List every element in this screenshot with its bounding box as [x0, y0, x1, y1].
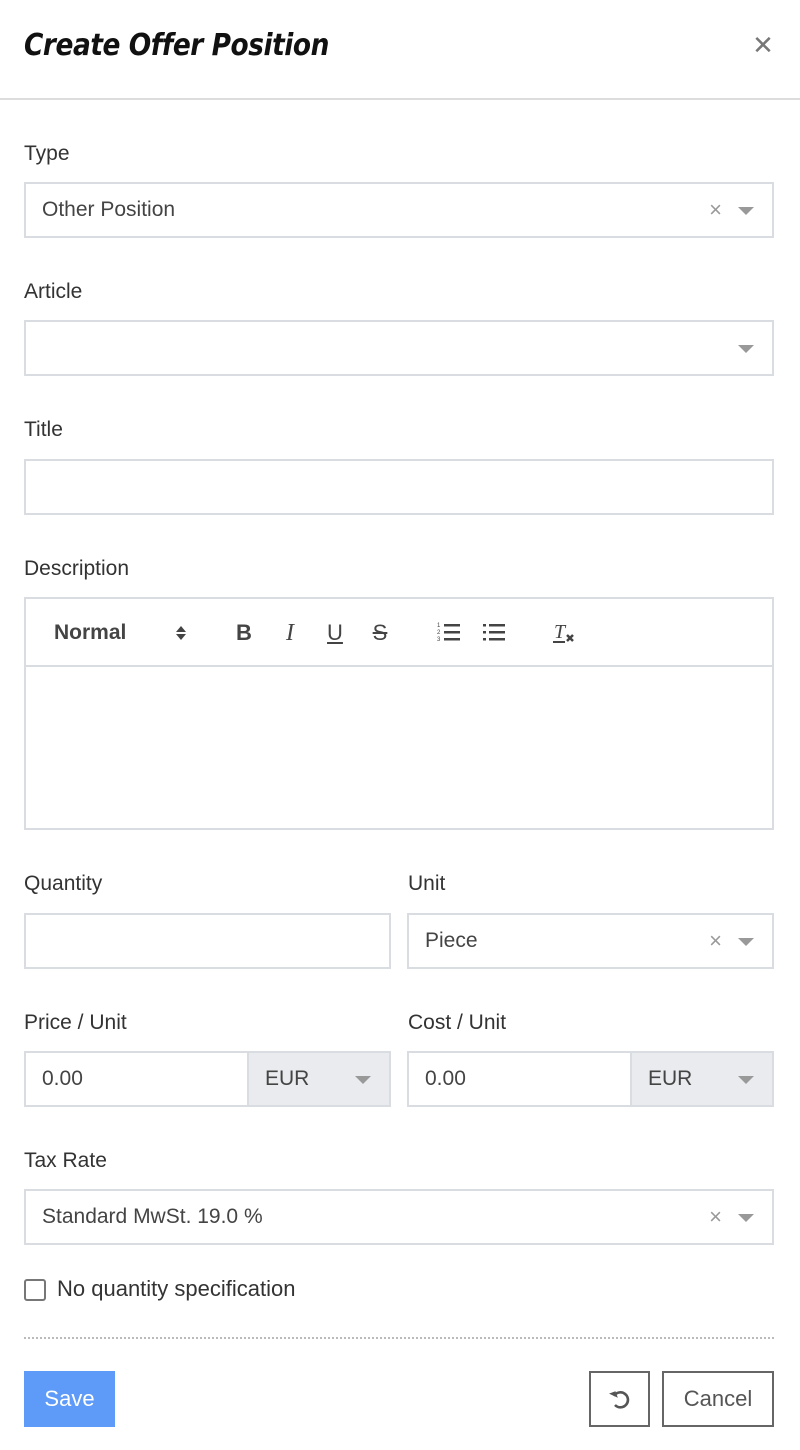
clear-icon[interactable]: × — [709, 1204, 722, 1230]
tax-rate-select[interactable]: Standard MwSt. 19.0 % × — [24, 1189, 774, 1245]
ordered-list-button[interactable]: 1 2 3 — [434, 619, 464, 647]
reset-button[interactable] — [589, 1371, 650, 1427]
price-currency-select[interactable]: EUR — [247, 1053, 389, 1105]
editor-toolbar: Normal B I U S 1 2 3 T — [26, 599, 772, 667]
tax-rate-value: Standard MwSt. 19.0 % — [42, 1205, 263, 1228]
unit-select[interactable]: Piece × — [407, 913, 774, 969]
tax-rate-label: Tax Rate — [24, 1149, 107, 1172]
svg-text:2: 2 — [437, 630, 441, 636]
price-unit-group: 0.00 EUR — [24, 1051, 391, 1107]
clear-format-button[interactable]: T — [550, 619, 580, 647]
no-quantity-label[interactable]: No quantity specification — [57, 1276, 295, 1302]
svg-text:3: 3 — [437, 637, 441, 643]
underline-button[interactable]: U — [322, 619, 348, 647]
price-unit-input[interactable]: 0.00 — [42, 1067, 83, 1091]
description-editor: Normal B I U S 1 2 3 T — [24, 597, 774, 830]
dialog-header: Create Offer Position ✕ — [0, 0, 800, 100]
quantity-input[interactable] — [24, 913, 391, 969]
unit-value: Piece — [425, 929, 478, 952]
chevron-down-icon[interactable] — [738, 938, 754, 946]
cost-unit-group: 0.00 EUR — [407, 1051, 774, 1107]
cost-currency-select[interactable]: EUR — [630, 1053, 772, 1105]
title-label: Title — [24, 418, 63, 441]
format-select[interactable]: Normal — [54, 619, 134, 647]
title-input[interactable] — [24, 459, 774, 515]
bold-button[interactable]: B — [231, 619, 257, 647]
ordered-list-icon: 1 2 3 — [437, 623, 460, 643]
quantity-label: Quantity — [24, 872, 103, 895]
unit-label: Unit — [408, 872, 446, 895]
svg-text:T: T — [554, 621, 567, 643]
italic-button[interactable]: I — [277, 619, 303, 647]
bullet-list-button[interactable] — [479, 619, 509, 647]
chevron-down-icon — [738, 1076, 754, 1084]
format-select-arrows-icon[interactable] — [171, 619, 191, 647]
description-label: Description — [24, 557, 130, 580]
chevron-down-icon[interactable] — [738, 345, 754, 353]
cost-unit-label: Cost / Unit — [408, 1011, 507, 1034]
save-button[interactable]: Save — [24, 1371, 115, 1427]
chevron-down-icon — [355, 1076, 371, 1084]
chevron-down-icon[interactable] — [738, 207, 754, 215]
clear-icon[interactable]: × — [709, 197, 722, 223]
type-select[interactable]: Other Position × — [24, 182, 774, 238]
article-label: Article — [24, 280, 83, 303]
no-quantity-checkbox[interactable] — [24, 1279, 46, 1301]
clear-icon[interactable]: × — [709, 928, 722, 954]
cancel-button[interactable]: Cancel — [662, 1371, 774, 1427]
clear-format-icon: T — [553, 621, 574, 643]
description-input[interactable] — [26, 667, 772, 828]
cost-currency-value: EUR — [648, 1067, 693, 1090]
chevron-down-icon[interactable] — [738, 1214, 754, 1222]
close-icon[interactable]: ✕ — [750, 30, 776, 60]
article-select[interactable] — [24, 320, 774, 376]
undo-icon — [609, 1391, 630, 1409]
type-label: Type — [24, 142, 70, 165]
svg-text:1: 1 — [437, 623, 441, 629]
cost-unit-input[interactable]: 0.00 — [425, 1067, 466, 1091]
price-currency-value: EUR — [265, 1067, 310, 1090]
strikethrough-button[interactable]: S — [367, 619, 393, 647]
type-value: Other Position — [42, 198, 176, 221]
dialog-title: Create Offer Position — [24, 28, 329, 63]
footer-divider — [24, 1337, 774, 1339]
price-unit-label: Price / Unit — [24, 1011, 127, 1034]
bullet-list-icon — [483, 624, 505, 641]
